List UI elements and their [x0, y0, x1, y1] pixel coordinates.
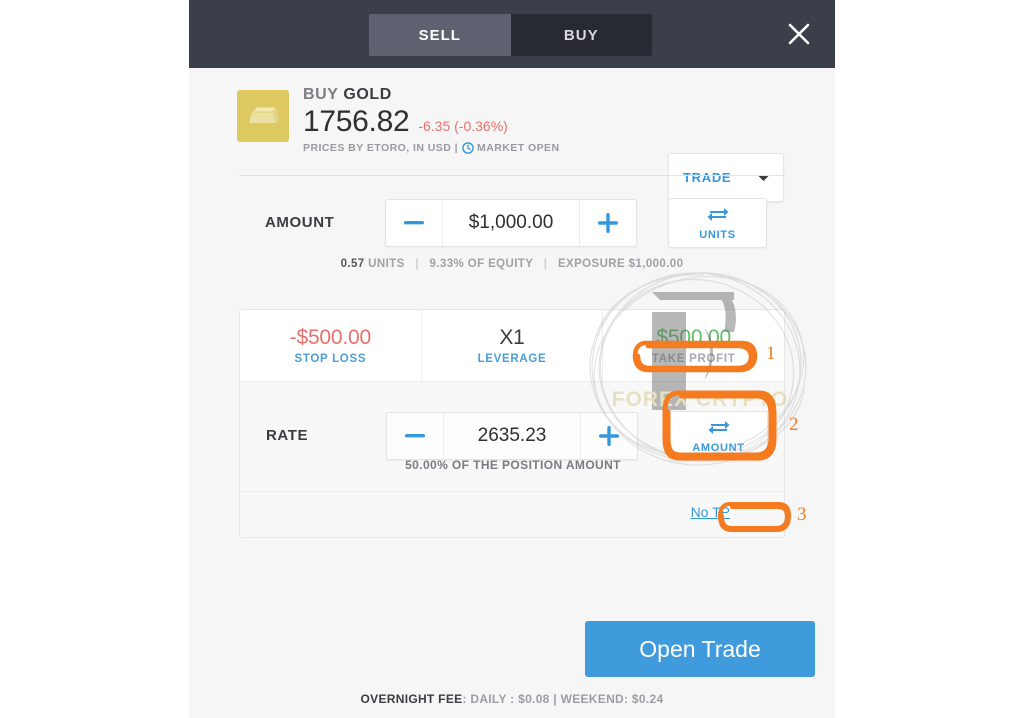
meta-separator-2: | [543, 258, 548, 270]
overnight-fee-detail: : DAILY : $0.08 | WEEKEND: $0.24 [462, 692, 664, 706]
amount-increment-button[interactable] [580, 200, 636, 246]
overnight-fee-label: OVERNIGHT FEE [360, 692, 463, 706]
screenshot-root: SELL BUY BUY GOLD 1756.82 -6.35 (-0.36%)… [0, 0, 1024, 718]
instrument-action: BUY [303, 86, 339, 103]
instrument-name: GOLD [343, 86, 392, 103]
rate-amount-toggle[interactable]: AMOUNT [669, 411, 768, 461]
clock-icon [462, 142, 474, 154]
gold-bar-glyph [249, 106, 279, 123]
take-profit-label: TAKE PROFIT [651, 353, 736, 365]
amount-units-toggle[interactable]: UNITS [668, 198, 767, 248]
take-profit-value: $500.00 [656, 326, 731, 349]
dialog-header: SELL BUY [189, 0, 835, 68]
amount-stepper: $1,000.00 [385, 199, 637, 247]
stop-loss-cell[interactable]: -$500.00 STOP LOSS [240, 310, 421, 381]
tab-buy[interactable]: BUY [510, 14, 652, 56]
close-button[interactable] [783, 18, 815, 50]
side-tabs: SELL BUY [369, 14, 652, 56]
trade-mode-label: TRADE [683, 170, 732, 185]
meta-units-label: UNITS [368, 258, 405, 270]
instrument-meta: PRICES BY ETORO, IN USD | MARKET OPEN [303, 142, 560, 154]
leverage-value: X1 [499, 326, 525, 349]
open-trade-button[interactable]: Open Trade [585, 621, 815, 677]
trade-mode-select[interactable]: TRADE [668, 153, 784, 202]
trade-dialog: SELL BUY BUY GOLD 1756.82 -6.35 (-0.36%)… [189, 0, 835, 718]
rate-row: RATE 2635.23 AMOUNT 50.00% OF THE POSITI… [240, 382, 784, 492]
annotation-number-2: 2 [789, 414, 799, 435]
close-icon [788, 23, 810, 45]
leverage-label: LEVERAGE [477, 353, 547, 365]
stop-loss-label: STOP LOSS [294, 353, 367, 365]
rate-increment-button[interactable] [581, 413, 637, 459]
amount-units-toggle-label: UNITS [699, 228, 736, 241]
instrument-price: 1756.82 [303, 105, 410, 138]
annotation-number-3: 3 [797, 504, 807, 525]
amount-decrement-button[interactable] [386, 200, 442, 246]
rate-label: RATE [266, 427, 309, 444]
meta-equity: 9.33% OF EQUITY [429, 258, 534, 270]
sl-leverage-tp-row: -$500.00 STOP LOSS X1 LEVERAGE $500.00 T… [240, 310, 784, 382]
position-settings-card: -$500.00 STOP LOSS X1 LEVERAGE $500.00 T… [239, 309, 785, 538]
no-tp-row: No TP [240, 492, 784, 537]
instrument-text: BUY GOLD 1756.82 -6.35 (-0.36%) PRICES B… [303, 86, 560, 154]
meta-exposure: EXPOSURE $1,000.00 [557, 258, 684, 270]
meta-separator-1: | [415, 258, 419, 270]
amount-input[interactable]: $1,000.00 [442, 200, 580, 246]
rate-meta-text: 50.00% OF THE POSITION AMOUNT [405, 458, 621, 472]
tab-sell[interactable]: SELL [369, 14, 511, 56]
rate-stepper: 2635.23 [386, 412, 638, 460]
no-tp-link[interactable]: No TP [691, 504, 730, 520]
rate-amount-toggle-label: AMOUNT [692, 441, 745, 454]
stop-loss-value: -$500.00 [289, 326, 372, 349]
price-source-text: PRICES BY ETORO, IN USD | [303, 142, 458, 154]
take-profit-cell[interactable]: $500.00 TAKE PROFIT [603, 310, 784, 381]
amount-label: AMOUNT [265, 214, 335, 231]
swap-arrows-icon [707, 206, 729, 227]
leverage-cell[interactable]: X1 LEVERAGE [420, 310, 604, 381]
price-row: 1756.82 -6.35 (-0.36%) [303, 105, 560, 139]
meta-units-value: 0.57 [340, 258, 365, 270]
gold-bar-icon [237, 90, 289, 142]
rate-input[interactable]: 2635.23 [443, 413, 581, 459]
market-status: MARKET OPEN [477, 142, 560, 154]
swap-arrows-icon [708, 419, 730, 440]
instrument-change: -6.35 (-0.36%) [418, 118, 508, 134]
instrument-title: BUY GOLD [303, 86, 560, 104]
rate-decrement-button[interactable] [387, 413, 443, 459]
section-divider [239, 175, 785, 176]
overnight-fee-footer: OVERNIGHT FEE: DAILY : $0.08 | WEEKEND: … [189, 692, 835, 706]
instrument-summary: BUY GOLD 1756.82 -6.35 (-0.36%) PRICES B… [189, 68, 835, 202]
chevron-down-icon [757, 169, 770, 187]
amount-meta-line: 0.57 UNITS | 9.33% OF EQUITY | EXPOSURE … [189, 258, 835, 270]
